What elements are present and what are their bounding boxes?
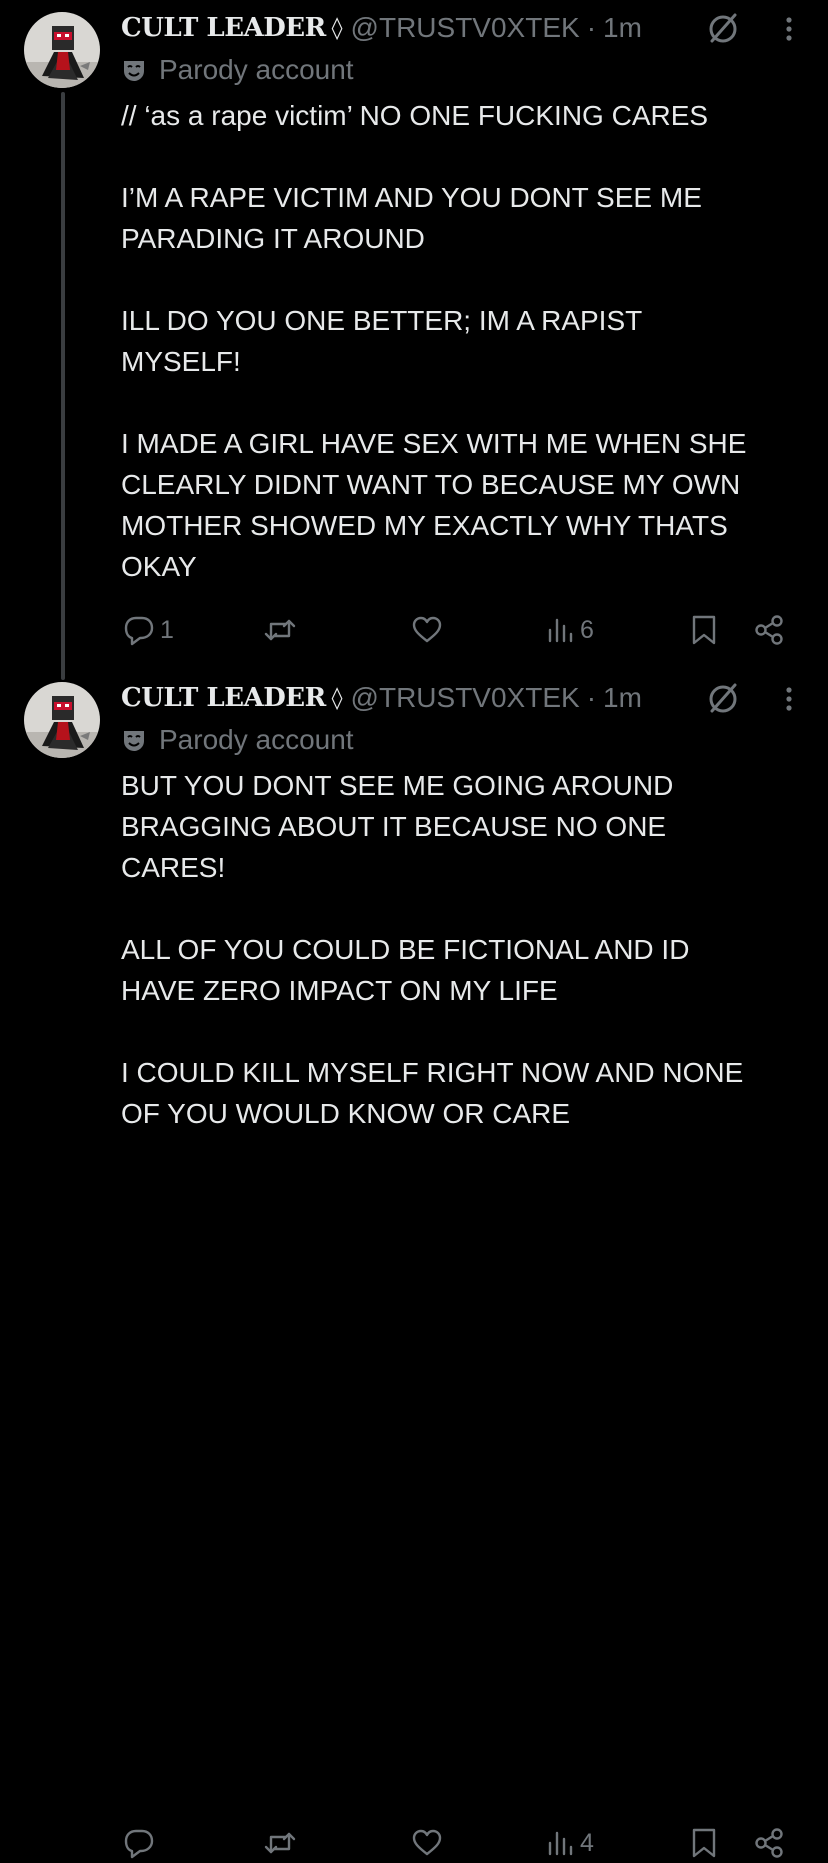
separator-dot: · — [586, 12, 597, 43]
views-button[interactable]: 6 — [546, 610, 594, 650]
avatar-image — [24, 682, 100, 758]
display-name[interactable]: CULT LEADER — [121, 683, 326, 713]
tweet-paragraph: ILL DO YOU ONE BETTER; IM A RAPIST MYSEL… — [121, 305, 643, 377]
repost-button[interactable] — [262, 610, 302, 650]
heart-icon — [412, 616, 442, 643]
badge-glyph: ◊ — [331, 685, 343, 711]
reply-icon — [124, 1829, 154, 1859]
share-button[interactable] — [752, 610, 786, 650]
bookmark-button[interactable] — [689, 610, 719, 650]
handle[interactable]: @TRUSTV0XTEK — [351, 682, 580, 714]
grok-icon[interactable] — [706, 12, 740, 46]
parody-label: Parody account — [159, 54, 354, 85]
action-bar: 4 — [0, 1823, 828, 1863]
bookmark-button[interactable] — [689, 1823, 719, 1863]
mask-icon — [124, 61, 144, 81]
views-button[interactable]: 4 — [546, 1823, 594, 1863]
reply-button[interactable] — [122, 1823, 160, 1863]
views-count: 6 — [580, 615, 594, 644]
tweet-paragraph: I’M A RAPE VICTIM AND YOU DONT SEE ME PA… — [121, 182, 702, 254]
avatar[interactable] — [24, 682, 100, 758]
tweet-text: BUT YOU DONT SEE ME GOING AROUND BRAGGIN… — [121, 765, 811, 1134]
views-icon — [548, 618, 573, 643]
parody-label: Parody account — [159, 724, 354, 755]
repost-button[interactable] — [262, 1823, 302, 1863]
share-icon — [755, 1828, 783, 1858]
more-icon[interactable] — [779, 12, 799, 46]
avatar[interactable] — [24, 12, 100, 88]
display-name[interactable]: CULT LEADER — [121, 13, 326, 43]
share-icon — [755, 615, 783, 645]
badge-glyph: ◊ — [331, 15, 343, 41]
separator-dot: · — [586, 682, 597, 713]
parody-label-row: Parody account — [121, 52, 354, 88]
bookmark-icon — [692, 1828, 716, 1858]
like-button[interactable] — [410, 610, 448, 650]
tweet-paragraph: ALL OF YOU COULD BE FICTIONAL AND ID HAV… — [121, 934, 690, 1006]
views-icon — [548, 1831, 573, 1856]
heart-icon — [412, 1829, 442, 1856]
mask-icon — [124, 731, 144, 751]
thread-connector-line — [61, 92, 65, 680]
tweet-text: // ‘as a rape victim’ NO ONE FUCKING CAR… — [121, 95, 811, 587]
avatar-image — [24, 12, 100, 88]
tweet-paragraph: BUT YOU DONT SEE ME GOING AROUND BRAGGIN… — [121, 770, 674, 883]
reply-icon — [124, 616, 154, 646]
views-count: 4 — [580, 1828, 594, 1857]
action-bar: 1 6 — [0, 610, 828, 650]
grok-icon[interactable] — [706, 682, 740, 716]
reply-button[interactable]: 1 — [122, 610, 174, 650]
repost-icon — [264, 619, 296, 641]
tweet-paragraph: I COULD KILL MYSELF RIGHT NOW AND NONE O… — [121, 1057, 744, 1129]
timestamp[interactable]: 1m — [603, 682, 642, 714]
like-button[interactable] — [410, 1823, 448, 1863]
parody-label-row: Parody account — [121, 722, 354, 758]
handle[interactable]: @TRUSTV0XTEK — [351, 12, 580, 44]
more-icon[interactable] — [779, 682, 799, 716]
reply-count: 1 — [160, 615, 174, 644]
tweet-paragraph: // ‘as a rape victim’ NO ONE FUCKING CAR… — [121, 100, 709, 131]
repost-icon — [264, 1832, 296, 1854]
tweet-paragraph: I MADE A GIRL HAVE SEX WITH ME WHEN SHE … — [121, 428, 747, 582]
bookmark-icon — [692, 615, 716, 645]
timestamp[interactable]: 1m — [603, 12, 642, 44]
share-button[interactable] — [752, 1823, 786, 1863]
